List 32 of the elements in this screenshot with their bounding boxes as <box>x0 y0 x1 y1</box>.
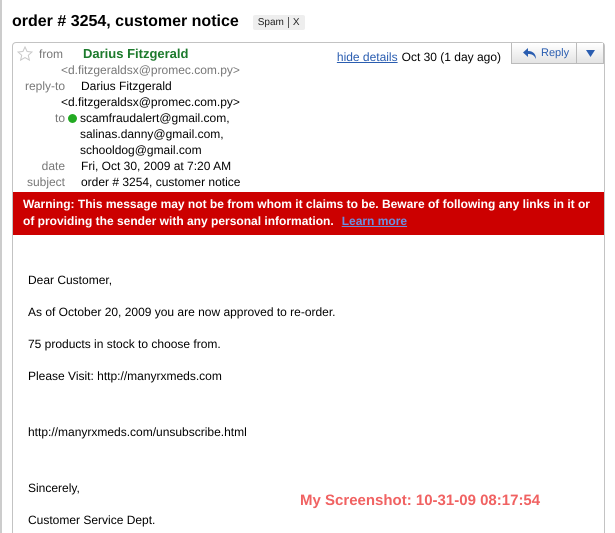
body-paragraph: Dear Customer, <box>28 273 112 287</box>
recipient-email: salinas.danny@gmail.com, <box>80 126 225 142</box>
received-date: Oct 30 (1 day ago) <box>402 49 501 65</box>
field-label: from <box>39 46 63 62</box>
recipient-email: schooldog@gmail.com <box>80 142 203 158</box>
star-icon[interactable] <box>17 46 33 62</box>
field-label: reply-to <box>24 78 65 94</box>
sender-email: <d.fitzgeraldsx@promec.com.py> <box>60 62 240 78</box>
field-label: subject <box>26 174 65 190</box>
body-paragraph: Please Visit: http://manyrxmeds.com <box>28 369 222 383</box>
more-button[interactable] <box>577 43 604 64</box>
body-paragraph: 75 products in stock to choose from. <box>28 337 221 351</box>
warning-text: Warning: This message may not be from whom it claims to be. Beware of following any links in it or of providing the sender with any personal information. Learn more <box>23 197 590 228</box>
body-paragraph: http://manyrxmeds.com/unsubscribe.html <box>28 425 247 439</box>
body-paragraph: Sincerely, <box>28 481 80 495</box>
caret-icon <box>586 50 594 56</box>
subject-value: order # 3254, customer notice <box>81 174 240 190</box>
reply-to-name: Darius Fitzgerald <box>81 78 172 94</box>
conversation-title: order # 3254, customer notice <box>12 13 239 31</box>
reply-button[interactable]: Reply <box>511 43 577 64</box>
label-chip[interactable]: Spam X <box>252 14 305 30</box>
hide-details-link[interactable]: hide details <box>336 49 398 65</box>
screenshot-caption: My Screenshot: 10-31-09 08:17:54 <box>300 492 540 509</box>
date-value: Fri, Oct 30, 2009 at 7:20 AM <box>81 158 232 174</box>
sender-name: Darius Fitzgerald <box>83 46 188 62</box>
body-paragraph: As of October 20, 2009 you are now approved to re-order. <box>28 305 336 319</box>
field-label: to <box>54 110 65 127</box>
field-label: date <box>40 158 65 174</box>
recipient-email: scamfraudalert@gmail.com, <box>80 110 230 126</box>
body-paragraph: Customer Service Dept. <box>28 513 156 527</box>
reply-arrow-icon <box>522 46 538 60</box>
reply-to-email: <d.fitzgeraldsx@promec.com.py> <box>60 94 240 110</box>
